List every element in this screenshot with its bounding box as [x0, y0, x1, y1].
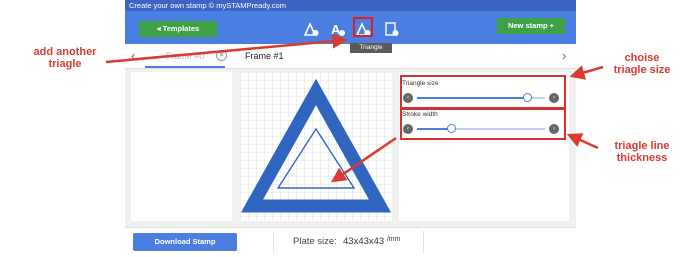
divider: [273, 231, 274, 253]
annotation-add-triangle: add another triagle: [33, 46, 97, 70]
controls-panel: Triangle size ‹ › Stroke width ‹ ›: [399, 72, 569, 221]
plate-size-label: Plate size:: [293, 236, 337, 247]
new-stamp-button[interactable]: New stamp +: [497, 18, 565, 34]
divider: [423, 231, 424, 253]
templates-button[interactable]: ◂ Templates: [139, 21, 217, 37]
annotation-size: choise triagle size: [613, 52, 671, 76]
stamp-app: Create your own stamp © mySTAMPready.com…: [125, 0, 576, 257]
stamp-preview: [240, 72, 392, 221]
plate-size-value: 43x43x43 /mm: [343, 236, 400, 247]
triangle-tooltip: Triangle: [350, 43, 392, 53]
add-text-triangle-icon[interactable]: [303, 21, 319, 37]
bottom-bar: Download Stamp Plate size: 43x43x43 /mm: [125, 227, 576, 257]
toolbar: ◂ Templates A New stamp +: [125, 11, 576, 44]
tab-frame-0[interactable]: Frame #0: [145, 49, 225, 68]
annotation-thickness: triagle line thickness: [614, 140, 670, 164]
plate-size-number: 43x43x43: [343, 236, 385, 247]
close-tab-icon[interactable]: ✕: [216, 50, 227, 61]
prev-frame-button[interactable]: ‹: [131, 48, 135, 63]
svg-text:A: A: [331, 22, 341, 37]
stroke-highlight-box: [400, 108, 566, 140]
download-stamp-button[interactable]: Download Stamp: [133, 233, 237, 251]
add-text-icon[interactable]: A: [329, 21, 345, 37]
next-frame-button[interactable]: ›: [562, 48, 566, 63]
add-image-icon[interactable]: [383, 21, 399, 37]
plate-size-unit: /mm: [386, 236, 401, 243]
stamp-canvas[interactable]: [240, 72, 392, 221]
size-highlight-box: [400, 75, 566, 109]
triangle-tool-highlight: [353, 17, 373, 37]
tab-frame-1[interactable]: Frame #1: [245, 49, 305, 63]
window-title: Create your own stamp © mySTAMPready.com: [125, 0, 576, 11]
frames-list-panel: [131, 72, 232, 221]
